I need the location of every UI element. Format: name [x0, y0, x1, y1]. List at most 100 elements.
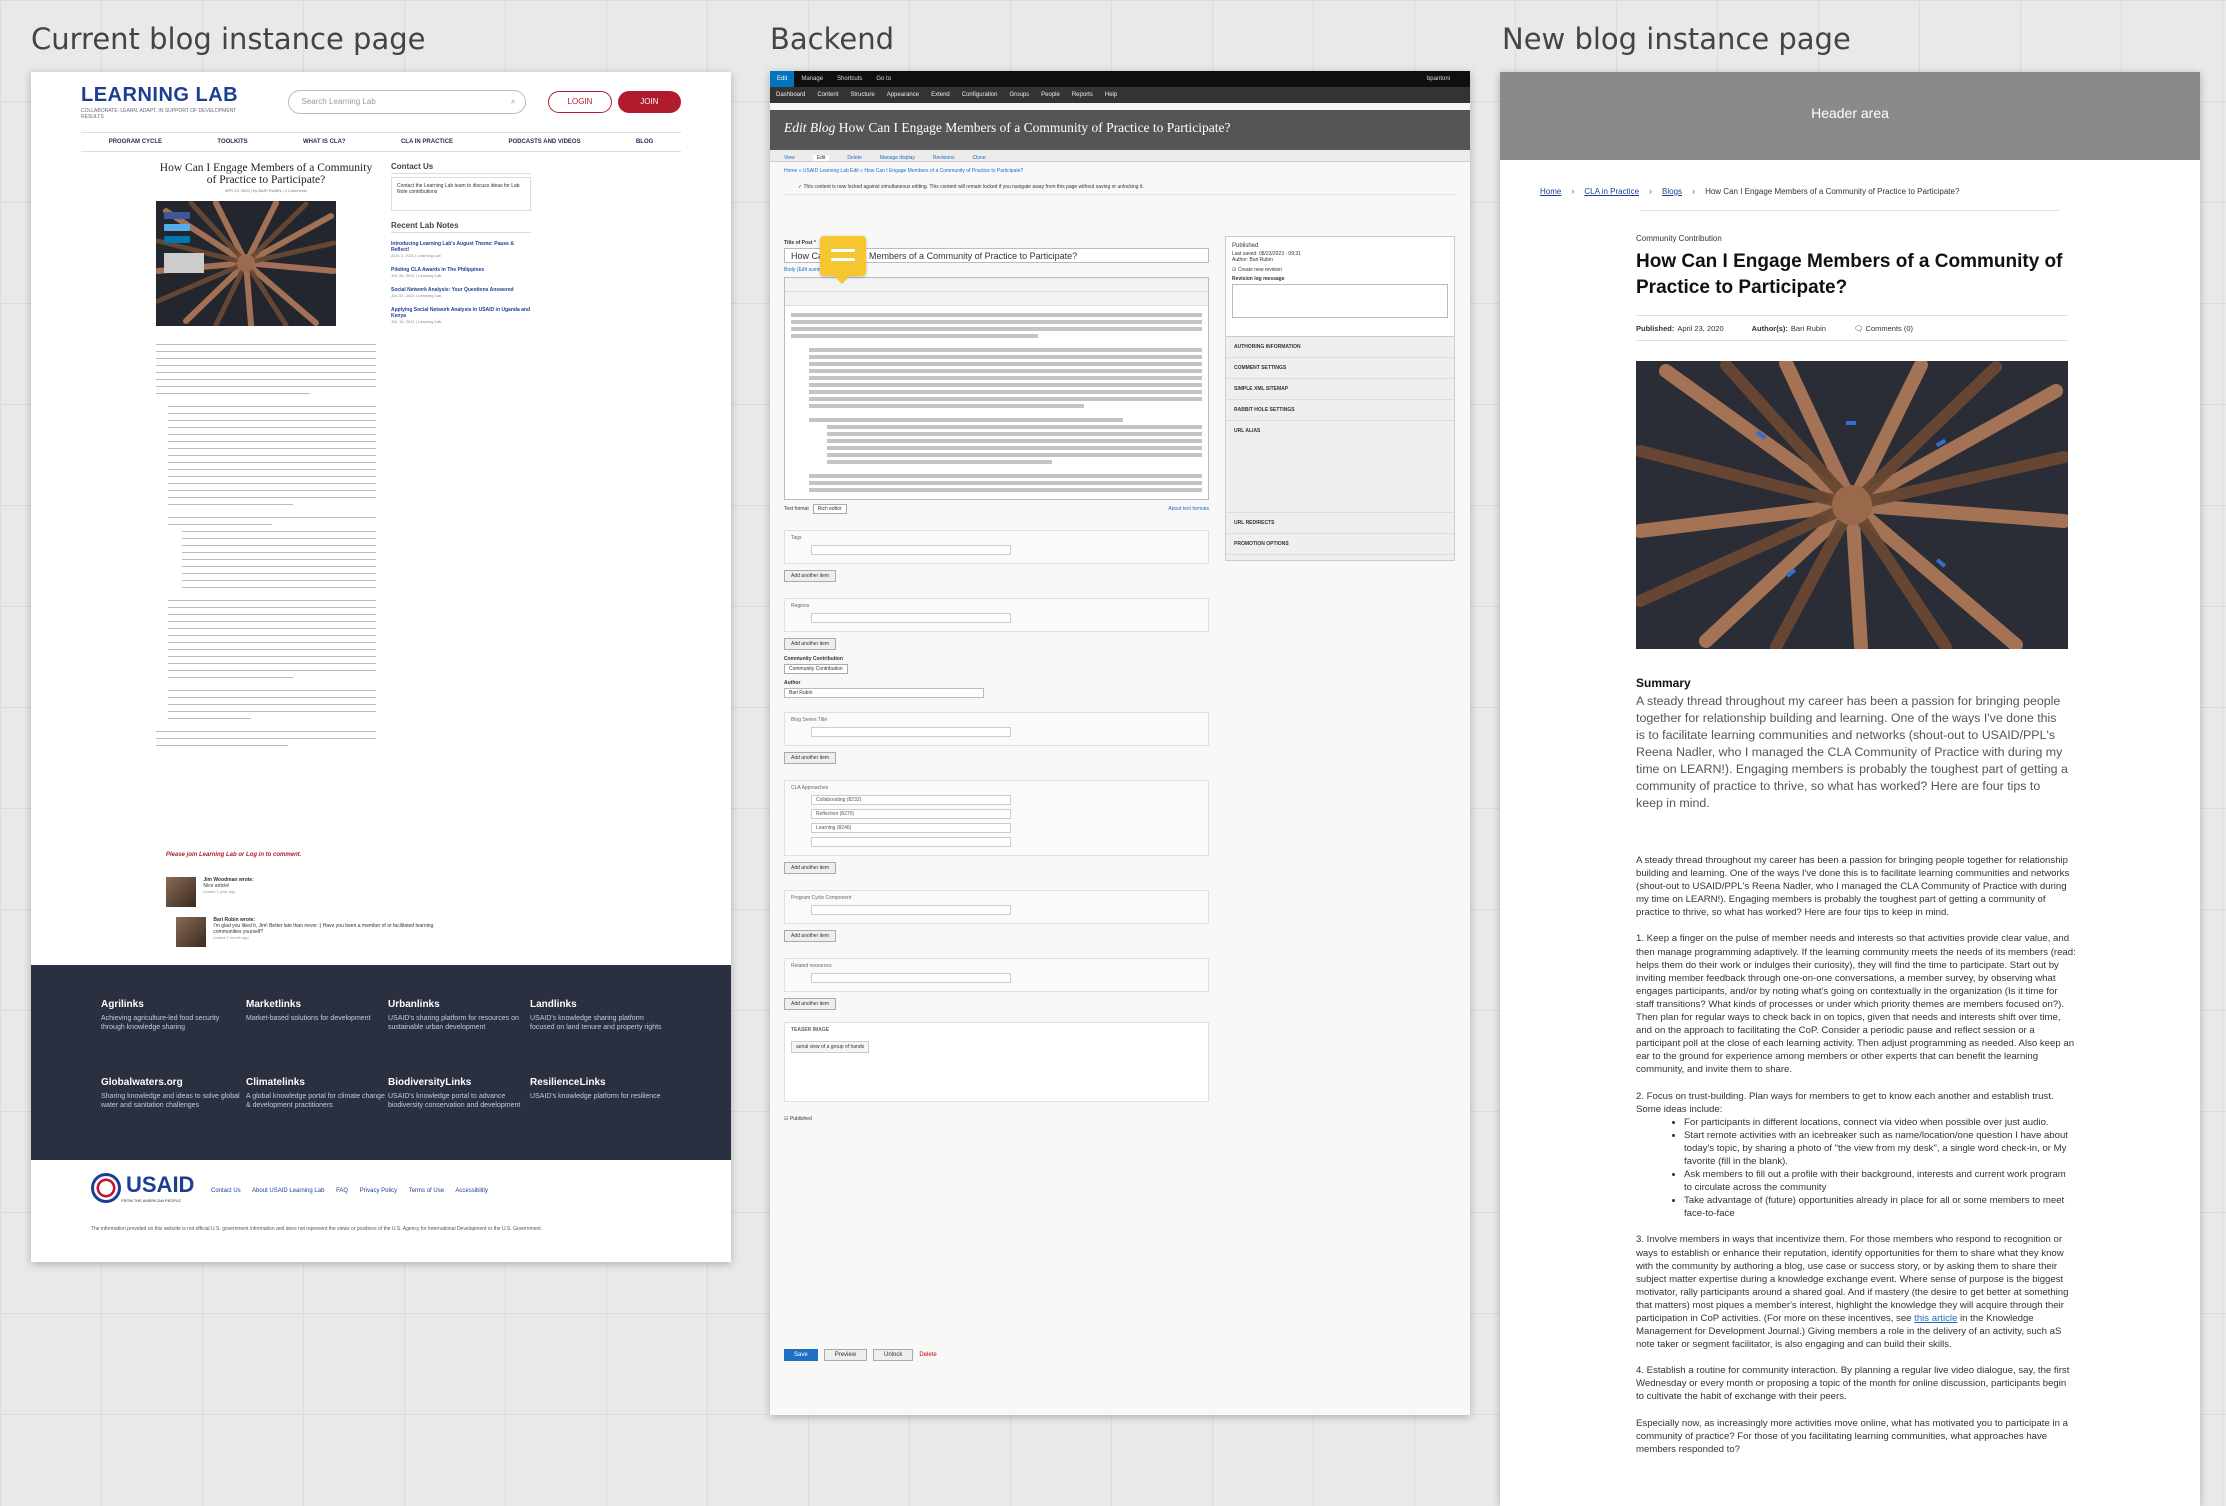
recent-item[interactable]: Social Network Analysis: Your Questions …: [391, 287, 531, 299]
breadcrumb-link[interactable]: CLA in Practice: [1584, 187, 1639, 196]
recent-item[interactable]: Piloting CLA Awards in The Philippines J…: [391, 267, 531, 279]
footer-site[interactable]: Landlinks USAID's knowledge sharing plat…: [530, 999, 670, 1032]
published-checkbox-row[interactable]: ☑ Published: [784, 1116, 1209, 1122]
recent-item[interactable]: Applying Social Network Analysis in USAI…: [391, 307, 531, 325]
field-input[interactable]: Collaborating (8232): [811, 795, 1011, 805]
field-input[interactable]: [811, 973, 1011, 983]
menu-item[interactable]: Extend: [925, 92, 956, 98]
tab[interactable]: Clone: [973, 155, 986, 161]
search-input[interactable]: Search Learning Lab ⌕: [288, 90, 527, 114]
body-editor[interactable]: [784, 277, 1209, 500]
recent-item[interactable]: Introducing Learning Lab's August Theme:…: [391, 241, 531, 259]
breadcrumb-link[interactable]: Home: [1540, 187, 1561, 196]
menu-item[interactable]: Reports: [1066, 92, 1099, 98]
breadcrumb-link[interactable]: Blogs: [1662, 187, 1682, 196]
login-button[interactable]: LOGIN: [548, 91, 612, 113]
field-input[interactable]: [811, 837, 1011, 847]
tab[interactable]: Delete: [847, 155, 861, 161]
sidebar-section[interactable]: URL ALIAS: [1226, 421, 1454, 513]
tab[interactable]: Manage display: [880, 155, 915, 161]
field-input[interactable]: [811, 905, 1011, 915]
nav-item[interactable]: WHAT IS CLA?: [303, 139, 346, 145]
menu-item[interactable]: Appearance: [881, 92, 925, 98]
toolbar-item[interactable]: Go to: [869, 71, 898, 87]
sidebar-section[interactable]: AUTHORING INFORMATION: [1226, 337, 1454, 358]
menu-item[interactable]: Content: [811, 92, 844, 98]
teaser-image-chip[interactable]: aerial view of a group of hands: [791, 1041, 870, 1053]
footer-link[interactable]: About USAID Learning Lab: [252, 1188, 324, 1194]
menu-item[interactable]: Dashboard: [770, 92, 811, 98]
nav-item[interactable]: CLA IN PRACTICE: [401, 139, 453, 145]
sidebar-section[interactable]: SIMPLE XML SITEMAP: [1226, 379, 1454, 400]
footer-site[interactable]: Globalwaters.org Sharing knowledge and i…: [101, 1077, 241, 1110]
sidebar-section[interactable]: COMMENT SETTINGS: [1226, 358, 1454, 379]
toolbar-item[interactable]: Manage: [794, 71, 830, 87]
editor-toolbar-2[interactable]: [785, 292, 1208, 306]
preview-button[interactable]: Preview: [823, 1349, 868, 1361]
footer-site[interactable]: BiodiversityLinks USAID's knowledge port…: [388, 1077, 528, 1110]
footer-site[interactable]: ResilienceLinks USAID's knowledge platfo…: [530, 1077, 670, 1101]
sidebar-section[interactable]: PROMOTION OPTIONS: [1226, 534, 1454, 555]
footer-link[interactable]: Accessibility: [455, 1188, 488, 1194]
add-another-item-button[interactable]: Add another item: [784, 930, 837, 942]
add-another-item-button[interactable]: Add another item: [784, 752, 837, 764]
community-select[interactable]: Community Contribution: [784, 664, 848, 674]
facebook-share-button[interactable]: [164, 212, 190, 219]
nav-item[interactable]: TOOLKITS: [217, 139, 247, 145]
delete-link[interactable]: Delete: [919, 1352, 936, 1358]
tab[interactable]: View: [784, 155, 795, 161]
footer-site[interactable]: Marketlinks Market-based solutions for d…: [246, 999, 386, 1023]
footer-site[interactable]: Urbanlinks USAID's sharing platform for …: [388, 999, 528, 1032]
add-another-item-button[interactable]: Add another item: [784, 862, 837, 874]
field-input[interactable]: Learning (8246): [811, 823, 1011, 833]
menu-item[interactable]: Structure: [844, 92, 880, 98]
new-revision-checkbox[interactable]: ☑ Create new revision: [1232, 267, 1448, 273]
footer-link[interactable]: Contact Us: [211, 1188, 241, 1194]
sidebar-section[interactable]: RABBIT HOLE SETTINGS: [1226, 400, 1454, 421]
revision-log-textarea[interactable]: [1232, 284, 1448, 318]
join-button[interactable]: JOIN: [617, 91, 681, 113]
user-menu[interactable]: bpantoni: [1427, 76, 1470, 82]
add-another-item-button[interactable]: Add another item: [784, 998, 837, 1010]
unlock-button[interactable]: Unlock: [873, 1349, 914, 1361]
tab[interactable]: Revisions: [933, 155, 955, 161]
field-input[interactable]: Reflection (8270): [811, 809, 1011, 819]
add-another-item-button[interactable]: Add another item: [784, 570, 837, 582]
usaid-logo[interactable]: USAID FROM THE AMERICAN PEOPLE: [91, 1172, 194, 1203]
sidebar-section[interactable]: URL REDIRECTS: [1226, 513, 1454, 534]
footer-link[interactable]: Privacy Policy: [360, 1188, 397, 1194]
footer-site[interactable]: Climatelinks A global knowledge portal f…: [246, 1077, 386, 1110]
article-link[interactable]: this article: [1914, 1313, 1957, 1324]
comment-note-icon[interactable]: [820, 236, 866, 284]
text-format-select[interactable]: Rich editor: [812, 504, 847, 514]
tab-active[interactable]: Edit: [812, 155, 830, 161]
linkedin-share-button[interactable]: [164, 236, 190, 243]
twitter-share-button[interactable]: [164, 224, 190, 231]
toolbar-item[interactable]: Shortcuts: [830, 71, 869, 87]
field-input[interactable]: [811, 545, 1011, 555]
footer-link[interactable]: FAQ: [336, 1188, 348, 1194]
footer-link[interactable]: Terms of Use: [409, 1188, 444, 1194]
add-another-item-button[interactable]: Add another item: [784, 638, 837, 650]
search-icon[interactable]: ⌕: [511, 97, 515, 107]
about-formats-link[interactable]: About text formats: [1168, 506, 1209, 512]
contact-box[interactable]: Contact the Learning Lab team to discuss…: [391, 177, 531, 211]
menu-item[interactable]: People: [1035, 92, 1066, 98]
learning-lab-logo[interactable]: LEARNING LAB COLLABORATE. LEARN. ADAPT. …: [81, 84, 258, 120]
nav-item[interactable]: PODCASTS AND VIDEOS: [508, 139, 580, 145]
menu-item[interactable]: Help: [1099, 92, 1123, 98]
breadcrumb[interactable]: Home » USAID Learning Lab Edit » How Can…: [770, 162, 1470, 180]
nav-item[interactable]: PROGRAM CYCLE: [109, 139, 162, 145]
toolbar-item[interactable]: Edit: [770, 71, 795, 87]
menu-item[interactable]: Configuration: [956, 92, 1004, 98]
author-name[interactable]: Bari Rubin: [1791, 324, 1826, 333]
field-input[interactable]: [811, 727, 1011, 737]
field-input[interactable]: [811, 613, 1011, 623]
nav-item[interactable]: BLOG: [636, 139, 653, 145]
author-input[interactable]: Bari Rubin: [784, 688, 984, 698]
menu-item[interactable]: Groups: [1003, 92, 1035, 98]
save-button[interactable]: Save: [784, 1349, 818, 1361]
footer-site[interactable]: Agrilinks Achieving agriculture-led food…: [101, 999, 241, 1032]
login-prompt[interactable]: Please join Learning Lab or Log in to co…: [166, 852, 446, 858]
editor-content[interactable]: [785, 306, 1208, 499]
